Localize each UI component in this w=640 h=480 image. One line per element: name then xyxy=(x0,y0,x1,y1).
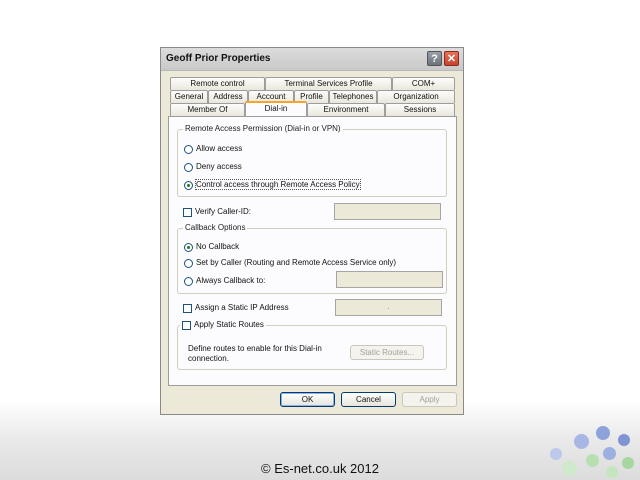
static-ip-label: Assign a Static IP Address xyxy=(195,303,289,312)
allow-access-radio[interactable] xyxy=(184,144,193,154)
no-callback-label: No Callback xyxy=(196,242,240,251)
properties-dialog: Geoff Prior Properties ? ✕ Remote contro… xyxy=(160,47,464,415)
apply-button[interactable]: Apply xyxy=(402,392,457,407)
control-access-label: Control access through Remote Access Pol… xyxy=(195,179,361,190)
logo-dot xyxy=(562,461,577,476)
static-ip-checkbox[interactable] xyxy=(183,303,192,313)
remote-access-group: Remote Access Permission (Dial-in or VPN… xyxy=(177,124,447,197)
always-callback-radio[interactable] xyxy=(184,276,193,286)
verify-caller-id-label: Verify Caller-ID: xyxy=(195,207,252,216)
cancel-button[interactable]: Cancel xyxy=(341,392,396,407)
deny-access-option[interactable]: Deny access xyxy=(184,162,242,172)
logo-dot xyxy=(603,447,616,460)
static-routes-label: Apply Static Routes xyxy=(194,320,264,329)
help-button[interactable]: ? xyxy=(427,51,442,66)
close-button[interactable]: ✕ xyxy=(444,51,459,66)
control-access-radio[interactable] xyxy=(184,180,193,190)
logo-dot xyxy=(550,448,562,460)
title-bar[interactable]: Geoff Prior Properties ? ✕ xyxy=(161,48,463,71)
tab-general[interactable]: General xyxy=(170,90,208,103)
verify-caller-id-option[interactable]: Verify Caller-ID: xyxy=(183,207,251,217)
callback-options-group-title: Callback Options xyxy=(183,223,248,232)
set-by-caller-radio[interactable] xyxy=(184,258,193,268)
verify-caller-id-checkbox[interactable] xyxy=(183,207,192,217)
verify-caller-id-field[interactable] xyxy=(334,203,441,220)
no-callback-radio[interactable] xyxy=(184,242,193,252)
always-callback-option[interactable]: Always Callback to: xyxy=(184,276,265,286)
static-routes-option[interactable]: Apply Static Routes xyxy=(180,320,266,331)
tab-telephones[interactable]: Telephones xyxy=(329,90,377,103)
tab-dial-in[interactable]: Dial-in xyxy=(245,101,307,116)
set-by-caller-option[interactable]: Set by Caller (Routing and Remote Access… xyxy=(184,258,396,268)
always-callback-label: Always Callback to: xyxy=(196,276,266,285)
deny-access-label: Deny access xyxy=(196,162,242,171)
tab-member-of[interactable]: Member Of xyxy=(170,103,245,116)
always-callback-field[interactable] xyxy=(336,271,443,288)
logo-dot xyxy=(596,426,610,440)
static-routes-description: Define routes to enable for this Dial-in… xyxy=(188,344,322,363)
control-access-option[interactable]: Control access through Remote Access Pol… xyxy=(184,179,361,190)
allow-access-option[interactable]: Allow access xyxy=(184,144,242,154)
remote-access-group-title: Remote Access Permission (Dial-in or VPN… xyxy=(183,124,343,133)
tab-environment[interactable]: Environment xyxy=(307,103,385,116)
tab-sessions[interactable]: Sessions xyxy=(385,103,455,116)
logo-dot xyxy=(586,454,599,467)
allow-access-label: Allow access xyxy=(196,144,243,153)
static-ip-option[interactable]: Assign a Static IP Address xyxy=(183,303,289,313)
logo-dot xyxy=(618,434,630,446)
logo-dot xyxy=(622,457,634,469)
set-by-caller-label: Set by Caller (Routing and Remote Access… xyxy=(196,258,397,267)
static-routes-button[interactable]: Static Routes... xyxy=(350,345,424,360)
tab-terminal-services-profile[interactable]: Terminal Services Profile xyxy=(265,77,392,90)
tab-remote-control[interactable]: Remote control xyxy=(170,77,265,90)
static-ip-field[interactable]: . xyxy=(335,299,442,316)
logo-dot xyxy=(606,466,618,478)
no-callback-option[interactable]: No Callback xyxy=(184,242,239,252)
tab-organization[interactable]: Organization xyxy=(377,90,455,103)
deny-access-radio[interactable] xyxy=(184,162,193,172)
copyright-footer: © Es-net.co.uk 2012 xyxy=(261,461,379,476)
dial-in-panel: Remote Access Permission (Dial-in or VPN… xyxy=(168,116,457,386)
tab-com-plus[interactable]: COM+ xyxy=(392,77,455,90)
logo-dot xyxy=(574,434,589,449)
static-routes-checkbox[interactable] xyxy=(182,320,191,330)
callback-options-group: Callback Options No Callback Set by Call… xyxy=(177,223,447,294)
static-routes-group: Apply Static Routes Define routes to ena… xyxy=(177,320,447,370)
tab-address[interactable]: Address xyxy=(208,90,248,103)
ok-button[interactable]: OK xyxy=(280,392,335,407)
dialog-title: Geoff Prior Properties xyxy=(166,53,271,64)
